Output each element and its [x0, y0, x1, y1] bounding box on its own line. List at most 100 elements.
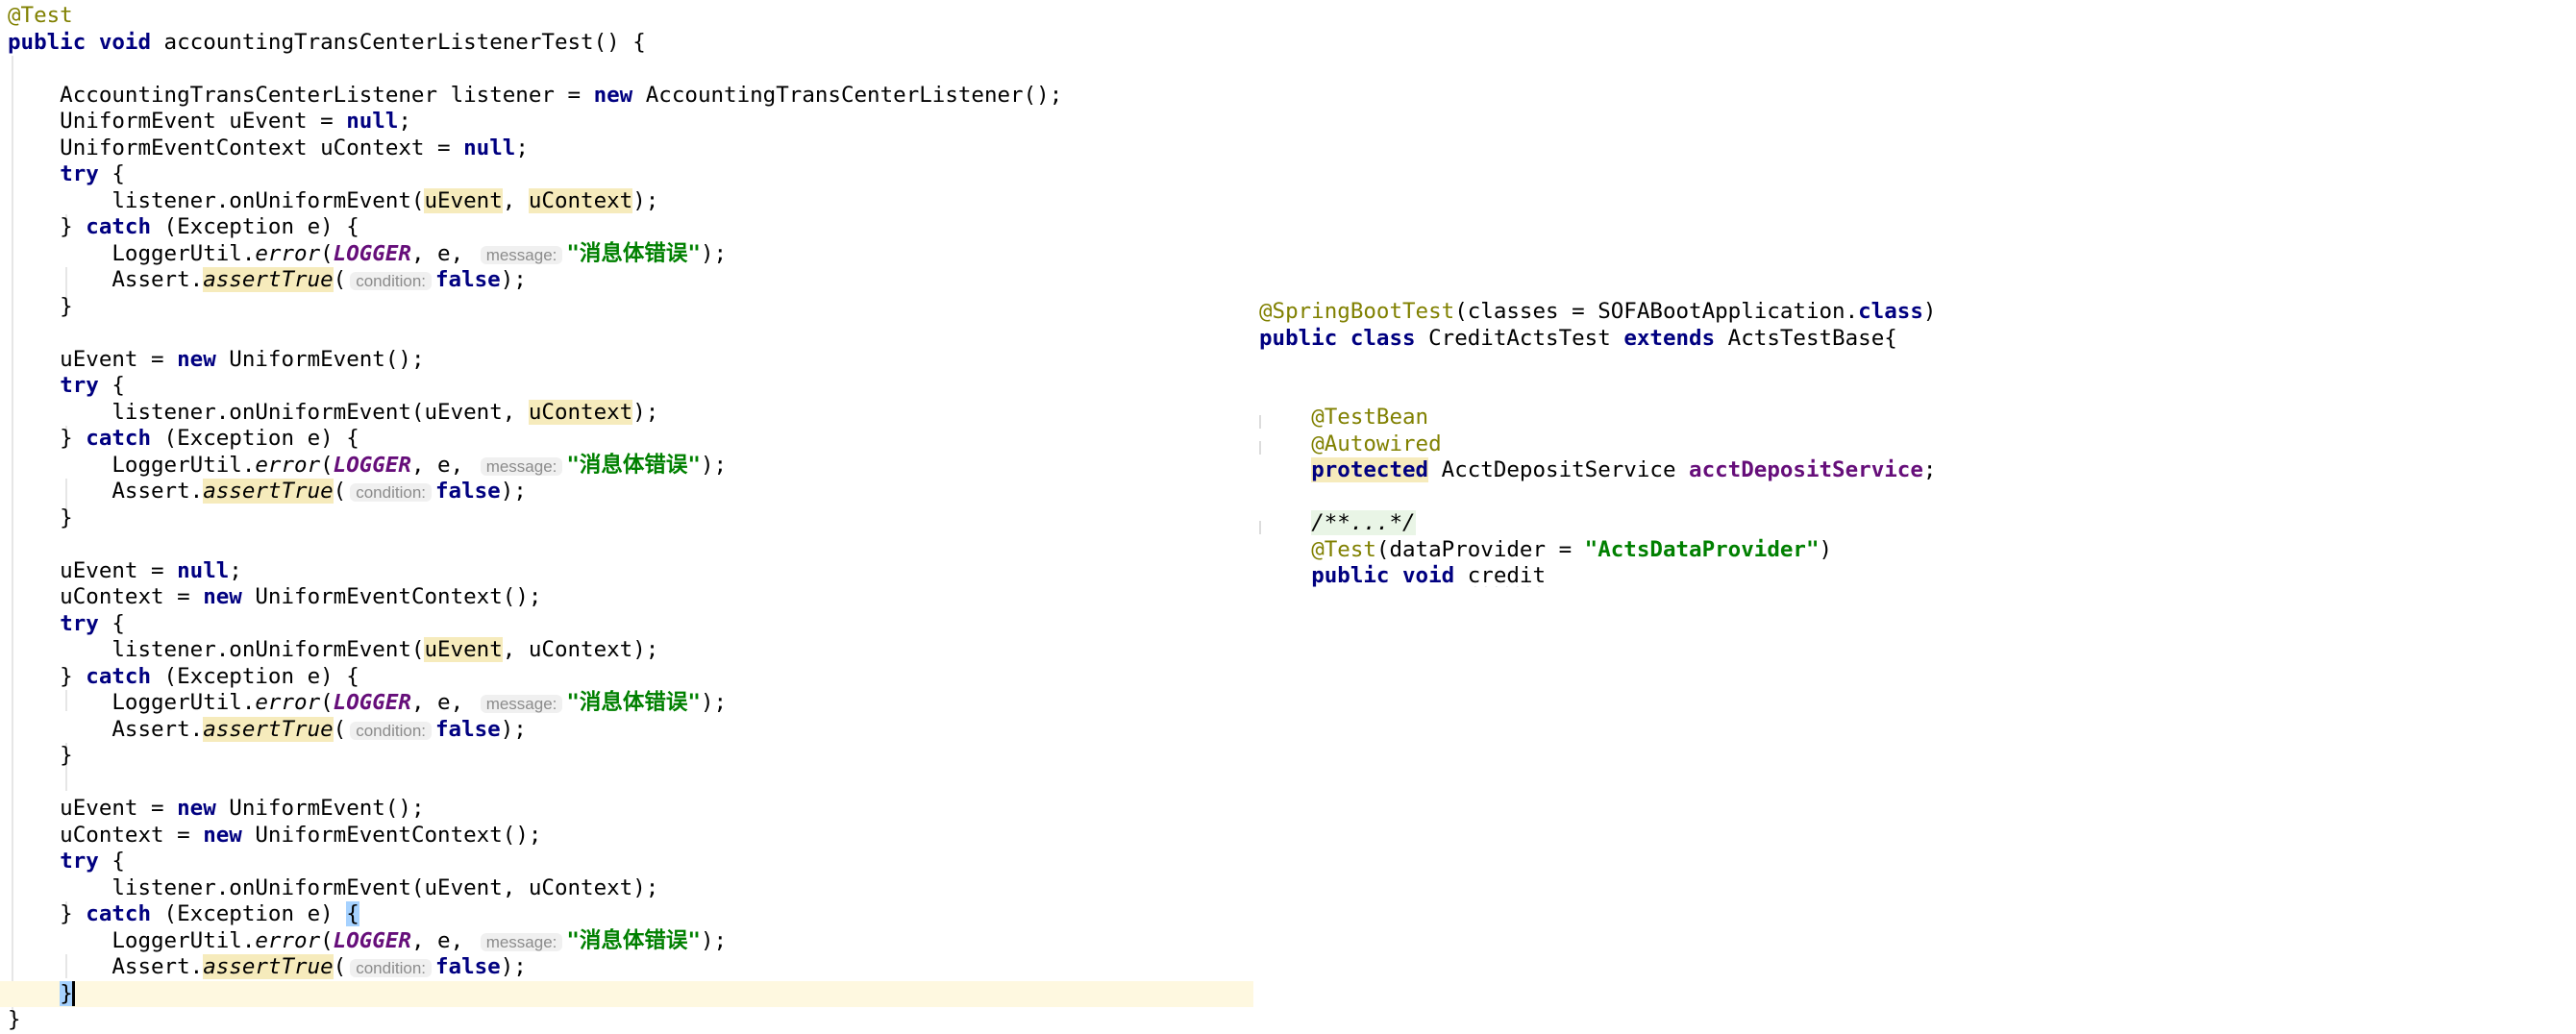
code-text: );	[500, 716, 527, 742]
code-text: (	[333, 954, 347, 979]
code-line[interactable]: Assert.assertTrue(condition: false);	[8, 267, 527, 294]
code-text: )	[1922, 299, 1937, 324]
code-text: UniformEvent();	[215, 796, 425, 821]
annotation: @SpringBootTest	[1259, 299, 1455, 324]
code-line[interactable]: protected AcctDepositService acctDeposit…	[1259, 457, 1936, 484]
code-text: Assert.	[8, 954, 204, 979]
folded-region: /**...*/	[1311, 510, 1416, 535]
code-line[interactable]: @Test(dataProvider = "ActsDataProvider")	[1259, 537, 1832, 564]
code-line[interactable]: Assert.assertTrue(condition: false);	[8, 479, 527, 505]
code-line[interactable]: }	[8, 294, 73, 321]
code-text: );	[500, 267, 527, 292]
code-text: LoggerUtil.	[8, 690, 256, 715]
code-text: }	[8, 743, 73, 768]
static-field: LOGGER	[333, 690, 411, 715]
code-text: AcctDepositService	[1428, 457, 1690, 482]
parameter-hint: condition:	[350, 959, 432, 977]
code-text: (Exception e) {	[151, 214, 359, 239]
code-text: {	[98, 373, 125, 398]
code-text: (	[333, 479, 347, 504]
code-line[interactable]: LoggerUtil.error(LOGGER, e, message: "消息体…	[8, 241, 727, 268]
code-line[interactable]: Assert.assertTrue(condition: false);	[8, 716, 527, 744]
keyword: class	[1858, 299, 1923, 324]
code-text: , e,	[410, 690, 477, 715]
parameter-hint: message:	[480, 932, 563, 951]
code-line[interactable]: listener.onUniformEvent(uEvent, uContext…	[8, 187, 658, 215]
code-text: (	[333, 716, 347, 742]
left-code-editor[interactable]: @Test public void accountingTransCenterLi…	[0, 3, 1259, 1032]
code-text: listener.onUniformEvent(uEvent, uContext…	[8, 874, 659, 900]
code-line[interactable]: public void credit	[1259, 563, 1546, 587]
code-line[interactable]: uEvent = new UniformEvent();	[8, 346, 424, 374]
code-text: );	[500, 954, 527, 979]
code-line[interactable]: try {	[8, 373, 125, 400]
code-line[interactable]: UniformEvent uEvent = null;	[8, 109, 411, 135]
code-line[interactable]: UniformEventContext uContext = null;	[8, 135, 529, 162]
code-line[interactable]: } catch (Exception e) {	[8, 214, 359, 241]
keyword: new	[177, 346, 216, 372]
code-line[interactable]: listener.onUniformEvent(uEvent, uContext…	[8, 399, 658, 427]
keyword: try	[60, 849, 99, 874]
code-text: (	[320, 690, 334, 715]
code-line[interactable]: LoggerUtil.error(LOGGER, e, message: "消息体…	[8, 690, 727, 717]
code-text: LoggerUtil.	[8, 927, 256, 953]
code-text: uContext =	[8, 584, 204, 609]
keyword: null	[346, 109, 399, 134]
code-line[interactable]: }	[8, 1007, 21, 1034]
code-text: )	[1819, 536, 1833, 562]
code-text: }	[8, 901, 87, 926]
keyword: new	[177, 796, 216, 821]
code-line[interactable]: public void accountingTransCenterListene…	[8, 30, 646, 57]
code-text: {	[98, 610, 125, 636]
code-line[interactable]: @SpringBootTest(classes = SOFABootApplic…	[1259, 299, 1936, 326]
code-text: Assert.	[8, 267, 204, 292]
code-line[interactable]: try {	[8, 611, 125, 638]
code-line[interactable]: uEvent = null;	[8, 558, 242, 585]
code-line[interactable]: /**...*/	[1259, 510, 1416, 537]
right-code-editor[interactable]: @SpringBootTest(classes = SOFABootApplic…	[1259, 299, 2553, 587]
code-text: ;	[1922, 457, 1937, 482]
code-line[interactable]: @TestBean	[1259, 405, 1428, 431]
code-text: }	[8, 426, 87, 451]
code-line[interactable]: @Autowired	[1259, 431, 1441, 458]
code-line[interactable]: Assert.assertTrue(condition: false);	[8, 954, 527, 981]
keyword: false	[435, 954, 501, 979]
code-line[interactable]: AccountingTransCenterListener listener =…	[8, 83, 1062, 110]
code-text: (dataProvider =	[1375, 536, 1585, 562]
code-line[interactable]: }	[8, 743, 73, 770]
code-line[interactable]: listener.onUniformEvent(uEvent, uContext…	[8, 637, 658, 664]
code-text: (classes = SOFABootApplication.	[1454, 299, 1859, 324]
code-line[interactable]: try {	[8, 849, 125, 875]
usage-highlight: uEvent	[424, 637, 503, 662]
code-line[interactable]: }	[8, 980, 75, 1008]
keyword: catch	[86, 663, 152, 689]
code-line[interactable]: try {	[8, 161, 125, 188]
code-line[interactable]: } catch (Exception e) {	[8, 426, 359, 453]
code-line[interactable]: }	[8, 505, 73, 532]
code-line[interactable]: listener.onUniformEvent(uEvent, uContext…	[8, 875, 658, 902]
parameter-hint: condition:	[350, 272, 432, 290]
code-text: LoggerUtil.	[8, 452, 256, 478]
annotation: @TestBean	[1311, 405, 1429, 430]
keyword: public	[1311, 563, 1390, 587]
code-line[interactable]: uContext = new UniformEventContext();	[8, 823, 541, 849]
annotation: @Test	[1311, 536, 1376, 562]
keyword: public	[8, 29, 87, 55]
code-text: }	[8, 293, 73, 319]
text-caret	[71, 981, 75, 1006]
code-line[interactable]: uEvent = new UniformEvent();	[8, 796, 425, 823]
string-literal: "ActsDataProvider"	[1584, 536, 1820, 562]
code-line[interactable]: public class CreditActsTest extends Acts…	[1259, 326, 1897, 353]
code-text: CreditActsTest	[1415, 325, 1624, 351]
code-line[interactable]: } catch (Exception e) {	[8, 901, 359, 928]
code-line[interactable]: uContext = new UniformEventContext();	[8, 584, 541, 611]
code-line[interactable]: @Test	[8, 3, 73, 30]
code-line[interactable]: LoggerUtil.error(LOGGER, e, message: "消息体…	[8, 453, 727, 480]
code-text: uEvent =	[8, 346, 178, 372]
code-line[interactable]: } catch (Exception e) {	[8, 664, 359, 691]
code-line[interactable]: LoggerUtil.error(LOGGER, e, message: "消息体…	[8, 928, 727, 955]
code-text: {	[98, 849, 125, 874]
